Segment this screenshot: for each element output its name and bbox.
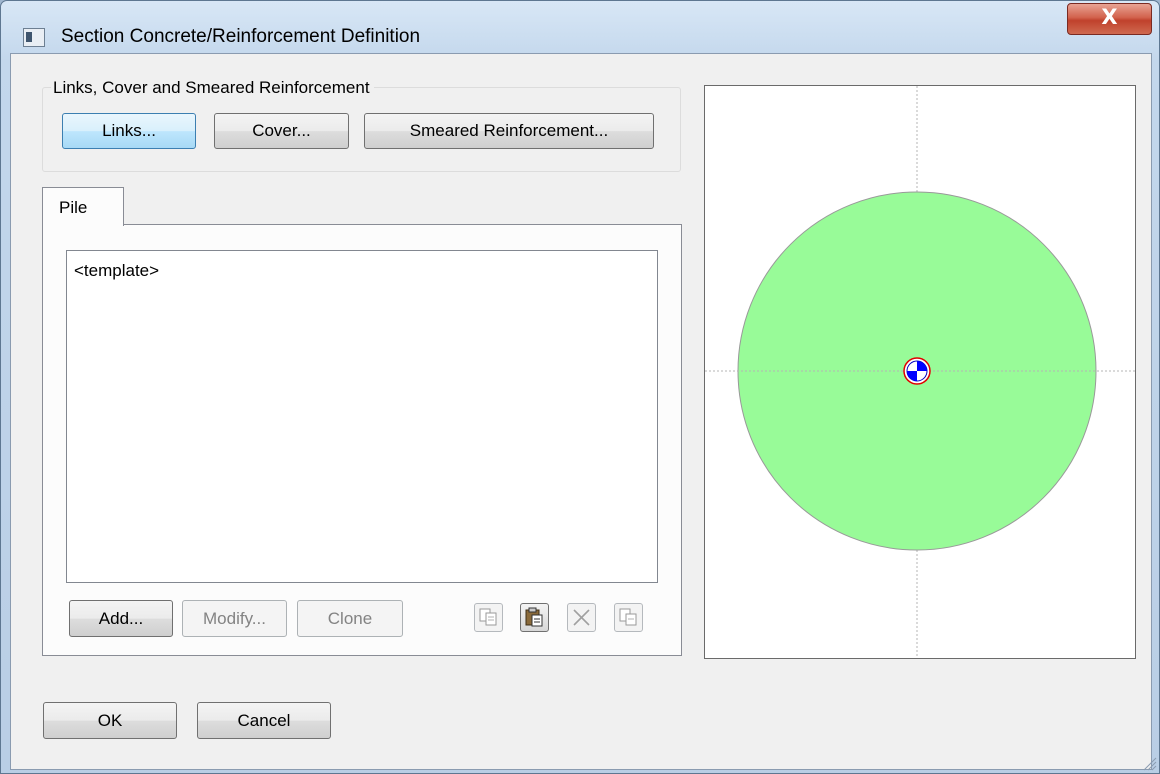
smeared-reinforcement-button-label: Smeared Reinforcement... — [409, 121, 609, 140]
app-icon — [23, 28, 45, 47]
cover-button[interactable]: Cover... — [214, 113, 349, 149]
paste-button[interactable] — [520, 603, 549, 632]
clone-button-label: Clone — [327, 609, 373, 628]
window-title: Section Concrete/Reinforcement Definitio… — [61, 26, 421, 47]
resize-grip-icon[interactable] — [1141, 755, 1157, 771]
template-listbox[interactable]: <template> — [66, 250, 658, 583]
modify-button[interactable]: Modify... — [182, 600, 287, 637]
paste-icon — [525, 607, 543, 627]
close-button[interactable]: X — [1067, 3, 1152, 35]
clone-button[interactable]: Clone — [297, 600, 403, 637]
links-button-label: Links... — [102, 121, 156, 140]
dialog-window: Section Concrete/Reinforcement Definitio… — [0, 0, 1160, 774]
modify-button-label: Modify... — [203, 609, 266, 628]
duplicate-button[interactable] — [614, 603, 643, 632]
copy-button[interactable] — [474, 603, 503, 632]
list-item[interactable]: <template> — [74, 261, 159, 281]
delete-icon — [573, 609, 590, 626]
cancel-button-label: Cancel — [237, 711, 291, 730]
section-preview-drawing — [705, 86, 1135, 658]
smeared-reinforcement-button[interactable]: Smeared Reinforcement... — [364, 113, 654, 149]
ok-button[interactable]: OK — [43, 702, 177, 739]
section-preview-canvas[interactable] — [704, 85, 1136, 659]
duplicate-icon — [619, 608, 637, 626]
cover-button-label: Cover... — [252, 121, 311, 140]
delete-button[interactable] — [567, 603, 596, 632]
group-legend: Links, Cover and Smeared Reinforcement — [51, 78, 374, 98]
copy-icon — [479, 608, 497, 626]
links-button[interactable]: Links... — [62, 113, 196, 149]
add-button[interactable]: Add... — [69, 600, 173, 637]
centroid-marker — [903, 357, 931, 385]
tab-pile[interactable]: Pile — [42, 187, 124, 226]
add-button-label: Add... — [98, 609, 144, 628]
dialog-client-area: Links, Cover and Smeared Reinforcement L… — [10, 53, 1152, 770]
ok-button-label: OK — [97, 711, 123, 730]
tab-pile-label: Pile — [59, 198, 88, 217]
close-icon: X — [1101, 5, 1118, 29]
cancel-button[interactable]: Cancel — [197, 702, 331, 739]
title-bar[interactable]: Section Concrete/Reinforcement Definitio… — [1, 1, 1159, 53]
